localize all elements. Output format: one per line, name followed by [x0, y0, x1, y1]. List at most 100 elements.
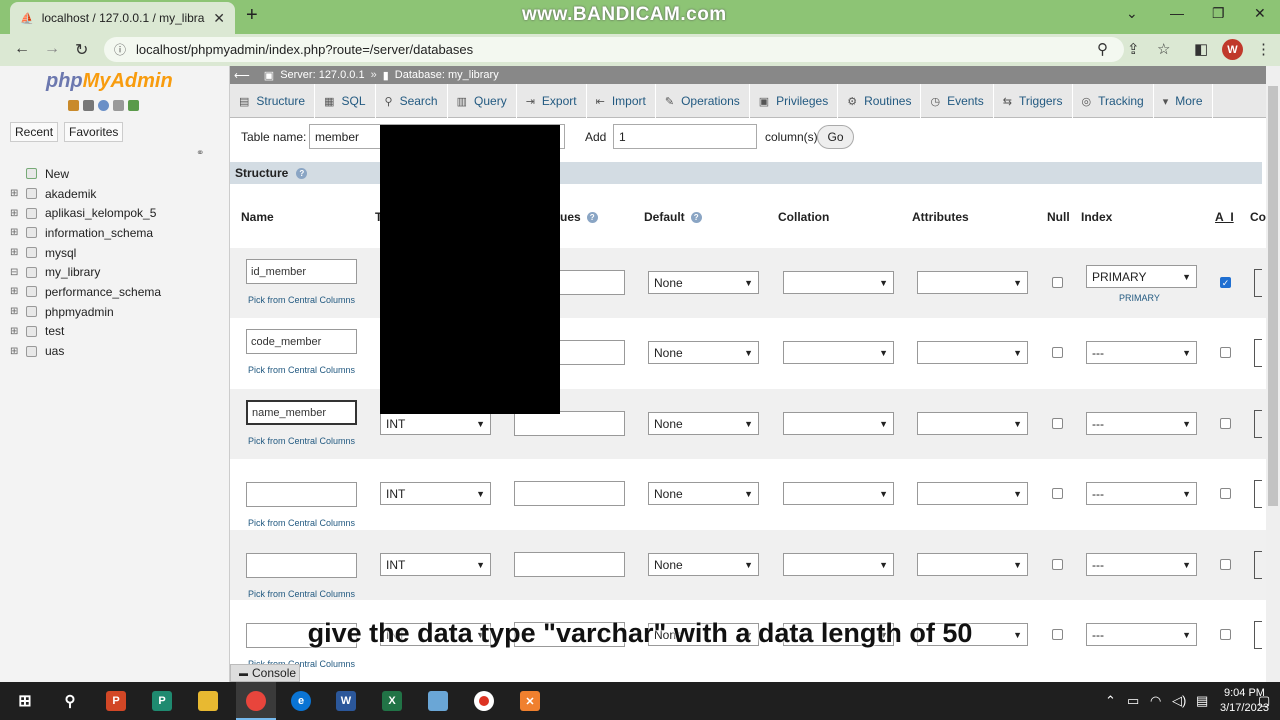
sidebar-item-my_library[interactable]: ⊟ my_library: [10, 262, 161, 282]
pick-central-columns-link[interactable]: Pick from Central Columns: [248, 589, 355, 599]
windows-start-icon[interactable]: ⊞: [15, 691, 35, 711]
default-select[interactable]: None ▼: [648, 553, 759, 576]
tab-operations[interactable]: ✎ Operations: [656, 84, 750, 118]
expand-icon[interactable]: ⊞: [10, 326, 22, 337]
sidebar-item-performance_schema[interactable]: ⊞ performance_schema: [10, 282, 161, 302]
length-values-input[interactable]: [514, 481, 625, 506]
tab-structure[interactable]: ▤ Structure: [230, 84, 316, 118]
expand-icon[interactable]: ⊞: [10, 208, 22, 219]
null-checkbox[interactable]: [1052, 277, 1063, 288]
attributes-select[interactable]: ▼: [917, 482, 1028, 505]
expand-icon[interactable]: ⊞: [10, 227, 22, 238]
attributes-select[interactable]: ▼: [917, 553, 1028, 576]
share-icon[interactable]: ⇪: [1127, 40, 1140, 58]
index-select[interactable]: --- ▼: [1086, 482, 1197, 505]
sidebar-item-phpmyadmin[interactable]: ⊞ phpmyadmin: [10, 302, 161, 322]
index-select[interactable]: --- ▼: [1086, 341, 1197, 364]
profile-avatar[interactable]: W: [1222, 39, 1243, 60]
collation-select[interactable]: ▼: [783, 482, 894, 505]
length-values-input[interactable]: [514, 552, 625, 577]
page-scrollbar[interactable]: [1266, 66, 1280, 682]
tab-tracking[interactable]: ◎ Tracking: [1073, 84, 1154, 118]
box-app-icon[interactable]: [428, 691, 448, 711]
null-checkbox[interactable]: [1052, 488, 1063, 499]
default-select[interactable]: None ▼: [648, 482, 759, 505]
breadcrumb-database[interactable]: Database: my_library: [395, 69, 499, 81]
side-panel-icon[interactable]: ◧: [1194, 40, 1208, 58]
chrome-taskbar-button[interactable]: [236, 682, 276, 720]
input-icon[interactable]: ▤: [1196, 693, 1208, 709]
forward-icon[interactable]: →: [44, 40, 60, 58]
tab-sql[interactable]: ▦ SQL: [315, 84, 376, 118]
breadcrumb-server[interactable]: Server: 127.0.0.1: [280, 69, 364, 81]
expand-icon[interactable]: ⊞: [10, 286, 22, 297]
default-select[interactable]: None ▼: [648, 412, 759, 435]
expand-icon[interactable]: ⊞: [10, 188, 22, 199]
help-icon[interactable]: ?: [296, 167, 308, 179]
expand-icon[interactable]: ⊟: [10, 267, 22, 278]
sidebar-item-akademik[interactable]: ⊞ akademik: [10, 184, 161, 204]
collation-select[interactable]: ▼: [783, 341, 894, 364]
default-select[interactable]: None ▼: [648, 271, 759, 294]
sidebar-item-uas[interactable]: ⊞ uas: [10, 341, 161, 361]
auto-increment-checkbox[interactable]: [1220, 488, 1231, 499]
browser-tab[interactable]: ⛵ localhost / 127.0.0.1 / my_library ✕: [10, 2, 235, 34]
length-values-input[interactable]: [514, 411, 625, 436]
link-icon[interactable]: ⚭: [196, 148, 204, 159]
sidebar-item-aplikasi_kelompok_5[interactable]: ⊞ aplikasi_kelompok_5: [10, 203, 161, 223]
bookmark-star-icon[interactable]: ☆: [1157, 40, 1170, 58]
help-icon[interactable]: ?: [690, 211, 702, 223]
column-name-input[interactable]: [246, 329, 357, 354]
pick-central-columns-link[interactable]: Pick from Central Columns: [248, 365, 355, 375]
zoom-icon[interactable]: ⚲: [1097, 40, 1108, 58]
logout-icon[interactable]: [83, 100, 94, 111]
column-name-input[interactable]: [246, 400, 357, 425]
column-name-input[interactable]: [246, 259, 357, 284]
null-checkbox[interactable]: [1052, 347, 1063, 358]
auto-increment-checkbox[interactable]: ✓: [1220, 277, 1231, 288]
settings-icon[interactable]: [113, 100, 124, 111]
excel-icon[interactable]: X: [382, 691, 402, 711]
column-name-input[interactable]: [246, 553, 357, 578]
pick-central-columns-link[interactable]: Pick from Central Columns: [248, 295, 355, 305]
collation-select[interactable]: ▼: [783, 271, 894, 294]
comments-input[interactable]: [1254, 551, 1262, 579]
pick-central-columns-link[interactable]: Pick from Central Columns: [248, 436, 355, 446]
file-explorer-icon[interactable]: [198, 691, 218, 711]
type-select[interactable]: INT ▼: [380, 412, 491, 435]
tab-export[interactable]: ⇥ Export: [517, 84, 587, 118]
go-button[interactable]: Go: [817, 125, 854, 149]
comments-input[interactable]: [1254, 410, 1262, 438]
tab-more[interactable]: ▾ More: [1154, 84, 1213, 118]
reload-icon[interactable]: ↻: [75, 40, 88, 60]
back-icon[interactable]: ←: [14, 40, 30, 58]
docs-icon[interactable]: [98, 100, 109, 111]
minimize-icon[interactable]: —: [1170, 5, 1184, 21]
close-tab-icon[interactable]: ✕: [213, 10, 225, 27]
battery-icon[interactable]: ▭: [1127, 693, 1139, 709]
index-select[interactable]: --- ▼: [1086, 412, 1197, 435]
powerpoint-icon[interactable]: P: [106, 691, 126, 711]
tab-search-icon[interactable]: ⌄: [1126, 5, 1138, 22]
auto-increment-checkbox[interactable]: [1220, 559, 1231, 570]
index-name-link[interactable]: PRIMARY: [1119, 293, 1160, 303]
site-info-icon[interactable]: ⓘ: [114, 41, 126, 58]
phpmyadmin-logo[interactable]: phpMyAdmin: [46, 70, 173, 93]
auto-increment-checkbox[interactable]: [1220, 347, 1231, 358]
sidebar-item-information_schema[interactable]: ⊞ information_schema: [10, 223, 161, 243]
comments-input[interactable]: [1254, 339, 1262, 367]
url-field[interactable]: ⓘ localhost/phpmyadmin/index.php?route=/…: [104, 37, 1124, 62]
auto-increment-checkbox[interactable]: [1220, 418, 1231, 429]
column-name-input[interactable]: [246, 482, 357, 507]
tab-triggers[interactable]: ⇆ Triggers: [994, 84, 1073, 118]
wifi-icon[interactable]: ◠: [1150, 693, 1161, 709]
collapse-arrow-icon[interactable]: ⟵: [234, 69, 250, 82]
reload-nav-icon[interactable]: [128, 100, 139, 111]
console-button[interactable]: ▬ Console: [230, 664, 300, 682]
comments-input[interactable]: [1254, 269, 1262, 297]
word-icon[interactable]: W: [336, 691, 356, 711]
tab-privileges[interactable]: ▣ Privileges: [750, 84, 839, 118]
null-checkbox[interactable]: [1052, 559, 1063, 570]
add-columns-input[interactable]: [613, 124, 757, 149]
edge-icon[interactable]: e: [291, 691, 311, 711]
